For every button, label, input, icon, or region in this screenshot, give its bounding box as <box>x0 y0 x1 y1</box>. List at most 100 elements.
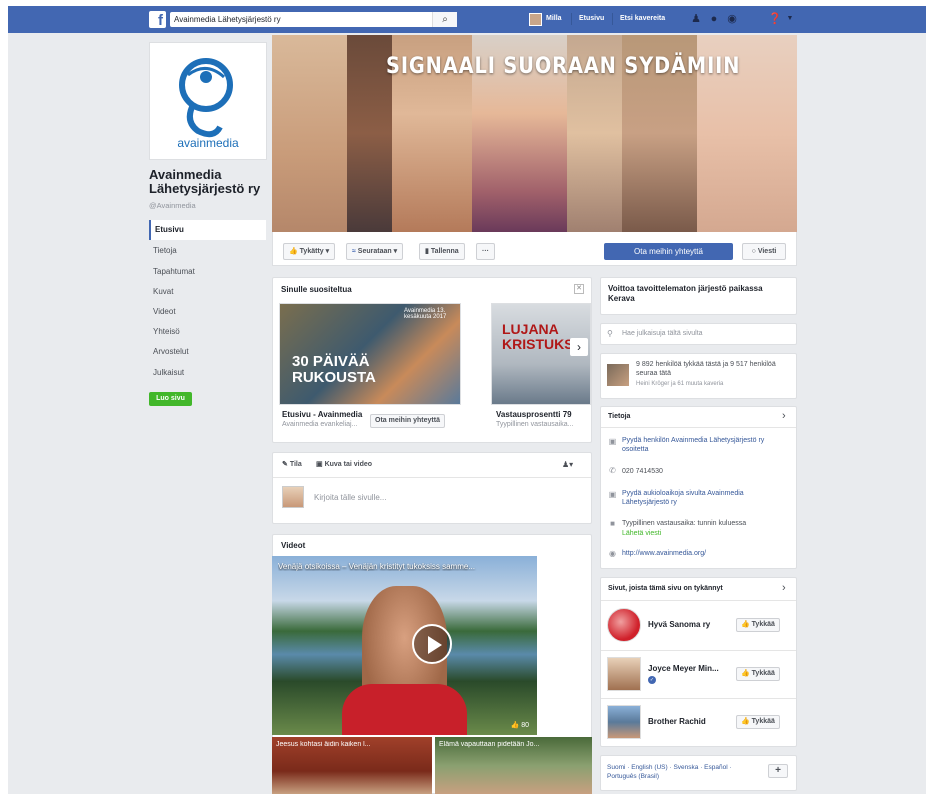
messenger-icon: ○ <box>751 248 756 255</box>
logo-text: avainmedia <box>177 136 239 150</box>
user-avatar[interactable] <box>529 13 542 26</box>
thumbs-up-icon: 👍 <box>741 718 750 725</box>
divider <box>601 427 796 428</box>
play-icon[interactable] <box>412 624 452 664</box>
nav-item-community[interactable]: Yhteisö <box>149 322 266 342</box>
settings-dropdown-icon[interactable]: ▼ <box>784 13 796 25</box>
recommended-item-2-name[interactable]: Vastausprosentti 79 <box>496 410 572 419</box>
chevron-right-icon[interactable]: › <box>782 582 786 594</box>
profile-picture[interactable]: avainmedia <box>149 42 267 160</box>
liked-page-name[interactable]: Hyvä Sanoma ry <box>648 620 710 629</box>
home-link[interactable]: Etusivu <box>579 14 604 24</box>
thumbs-up-icon: 👍 <box>741 621 750 628</box>
like-page-button[interactable]: 👍 Tykkää <box>736 618 780 632</box>
composer-avatar <box>282 486 304 508</box>
like-label: Tykkää <box>751 670 775 677</box>
about-address[interactable]: Pyydä henkilön Avainmedia Lähetysjärjest… <box>622 436 790 454</box>
nav-item-posts[interactable]: Julkaisut <box>149 363 266 383</box>
liked-page-avatar[interactable] <box>607 705 641 739</box>
response-icon: ■ <box>610 519 615 528</box>
send-message-link[interactable]: Lähetä viesti <box>622 529 661 538</box>
video-like-count: 👍 80 <box>511 721 529 729</box>
video-likes-value: 80 <box>521 722 529 729</box>
featured-video[interactable]: Venäjä otsikoissa – Venäjän kristityt tu… <box>272 556 537 735</box>
photo-icon: ▣ <box>316 461 323 468</box>
about-card <box>600 406 797 569</box>
divider <box>273 477 591 478</box>
nav-item-reviews[interactable]: Arvostelut <box>149 342 266 362</box>
liked-page-avatar[interactable] <box>607 608 641 642</box>
like-page-button[interactable]: 👍 Tykkää <box>736 667 780 681</box>
save-button[interactable]: ▮ Tallenna <box>419 243 465 260</box>
liked-page-name[interactable]: Brother Rachid <box>648 717 706 726</box>
messages-icon[interactable]: ● <box>708 13 720 25</box>
like-page-button[interactable]: 👍 Tykkää <box>736 715 780 729</box>
about-website[interactable]: http://www.avainmedia.org/ <box>622 549 706 558</box>
post-as-dropdown-icon[interactable]: ♟▾ <box>562 460 573 469</box>
page-search-icon: ⚲ <box>607 329 613 338</box>
recommended-contact-button[interactable]: Ota meihin yhteyttä <box>370 414 445 428</box>
friend-requests-icon[interactable]: ♟ <box>690 13 702 25</box>
liked-page-name[interactable]: Joyce Meyer Min... <box>648 664 719 673</box>
likes-friends-text[interactable]: Heini Kröger ja 61 muuta kaveria <box>636 380 791 389</box>
search-icon[interactable]: ⌕ <box>432 12 457 27</box>
nav-item-events[interactable]: Tapahtumat <box>149 262 266 282</box>
recommended-item-2-desc: Tyypillinen vastausaika... <box>496 421 574 428</box>
recommended-title: Sinulle suositeltua <box>281 285 352 294</box>
chevron-right-icon[interactable]: › <box>782 410 786 422</box>
globe-icon: ◉ <box>609 549 616 558</box>
thumbs-up-icon: 👍 <box>510 722 520 729</box>
divider <box>601 600 796 601</box>
composer-input[interactable]: Kirjoita tälle sivulle... <box>314 493 386 502</box>
message-button[interactable]: ○ Viesti <box>742 243 786 260</box>
like-label: Tykkää <box>751 621 775 628</box>
nav-item-about[interactable]: Tietoja <box>149 241 266 261</box>
about-hours[interactable]: Pyydä aukioloaikoja sivulta Avainmedia L… <box>622 489 790 507</box>
composer-photo-tab[interactable]: ▣ Kuva tai video <box>316 460 372 468</box>
message-label: Viesti <box>757 248 777 255</box>
about-phone: 020 7414530 <box>622 468 663 475</box>
composer-status-tab[interactable]: ✎ Tila <box>282 460 302 468</box>
facebook-page: f Avainmedia Lähetysjärjestö ry ⌕ Milla … <box>0 0 934 794</box>
recommended-item-1-desc: Avainmedia evankeliaj... <box>282 421 358 428</box>
video-caption: Venäjä otsikoissa – Venäjän kristityt tu… <box>278 562 475 571</box>
following-label: Seurataan <box>357 248 392 255</box>
page-handle[interactable]: @Avainmedia <box>149 201 196 210</box>
nav-item-photos[interactable]: Kuvat <box>149 282 266 302</box>
address-icon: ▣ <box>608 437 617 446</box>
contact-us-button[interactable]: Ota meihin yhteyttä <box>604 243 733 260</box>
about-title[interactable]: Tietoja <box>608 413 630 420</box>
recommended-image-1-title: 30 PÄIVÄÄ RUKOUSTA <box>292 353 376 386</box>
nav-item-videos[interactable]: Videot <box>149 302 266 322</box>
chevron-right-icon[interactable]: › <box>570 338 588 356</box>
page-search-input[interactable]: Hae julkaisuja tältä sivulta <box>622 330 703 337</box>
close-icon[interactable]: ✕ <box>574 284 584 294</box>
find-friends-link[interactable]: Etsi kavereita <box>620 14 665 24</box>
profile-link[interactable]: Milla <box>546 14 562 24</box>
video-thumbnail-2[interactable]: Elämä vapauttaan pidetään Jo... <box>435 737 592 794</box>
language-links[interactable]: Suomi · English (US) · Svenska · Español… <box>607 763 762 781</box>
help-icon[interactable]: ❓ <box>768 13 782 25</box>
add-language-button[interactable]: + <box>768 764 788 778</box>
recommended-item-1-name[interactable]: Etusivu - Avainmedia <box>282 410 372 419</box>
divider <box>571 13 572 25</box>
photo-label: Kuva tai video <box>324 461 373 468</box>
videos-title: Videot <box>281 541 306 550</box>
bookmark-icon: ▮ <box>425 248 429 255</box>
search-input[interactable]: Avainmedia Lähetysjärjestö ry <box>170 12 457 27</box>
verified-badge-icon: ✓ <box>648 676 656 684</box>
nav-item-home[interactable]: Etusivu <box>149 220 266 240</box>
video-thumbnail-1[interactable]: Jeesus kohtasi äidin kaiken l... <box>272 737 432 794</box>
video-thumbnail-1-caption: Jeesus kohtasi äidin kaiken l... <box>276 741 371 748</box>
liked-button[interactable]: 👍 Tykätty ▾ <box>283 243 336 260</box>
liked-page-avatar[interactable] <box>607 657 641 691</box>
more-button[interactable]: ··· <box>476 243 495 260</box>
likes-photo <box>607 364 629 386</box>
following-button[interactable]: ≈ Seurataan ▾ <box>346 243 404 260</box>
save-label: Tallenna <box>430 248 459 255</box>
facebook-logo-icon[interactable]: f <box>149 11 166 29</box>
liked-pages-title[interactable]: Sivut, joista tämä sivu on tykännyt <box>608 585 723 592</box>
notifications-icon[interactable]: ◉ <box>726 13 738 25</box>
create-page-button[interactable]: Luo sivu <box>149 392 192 406</box>
recommended-image-1[interactable]: 30 PÄIVÄÄ RUKOUSTA Avainmedia 13. kesäku… <box>279 303 461 405</box>
